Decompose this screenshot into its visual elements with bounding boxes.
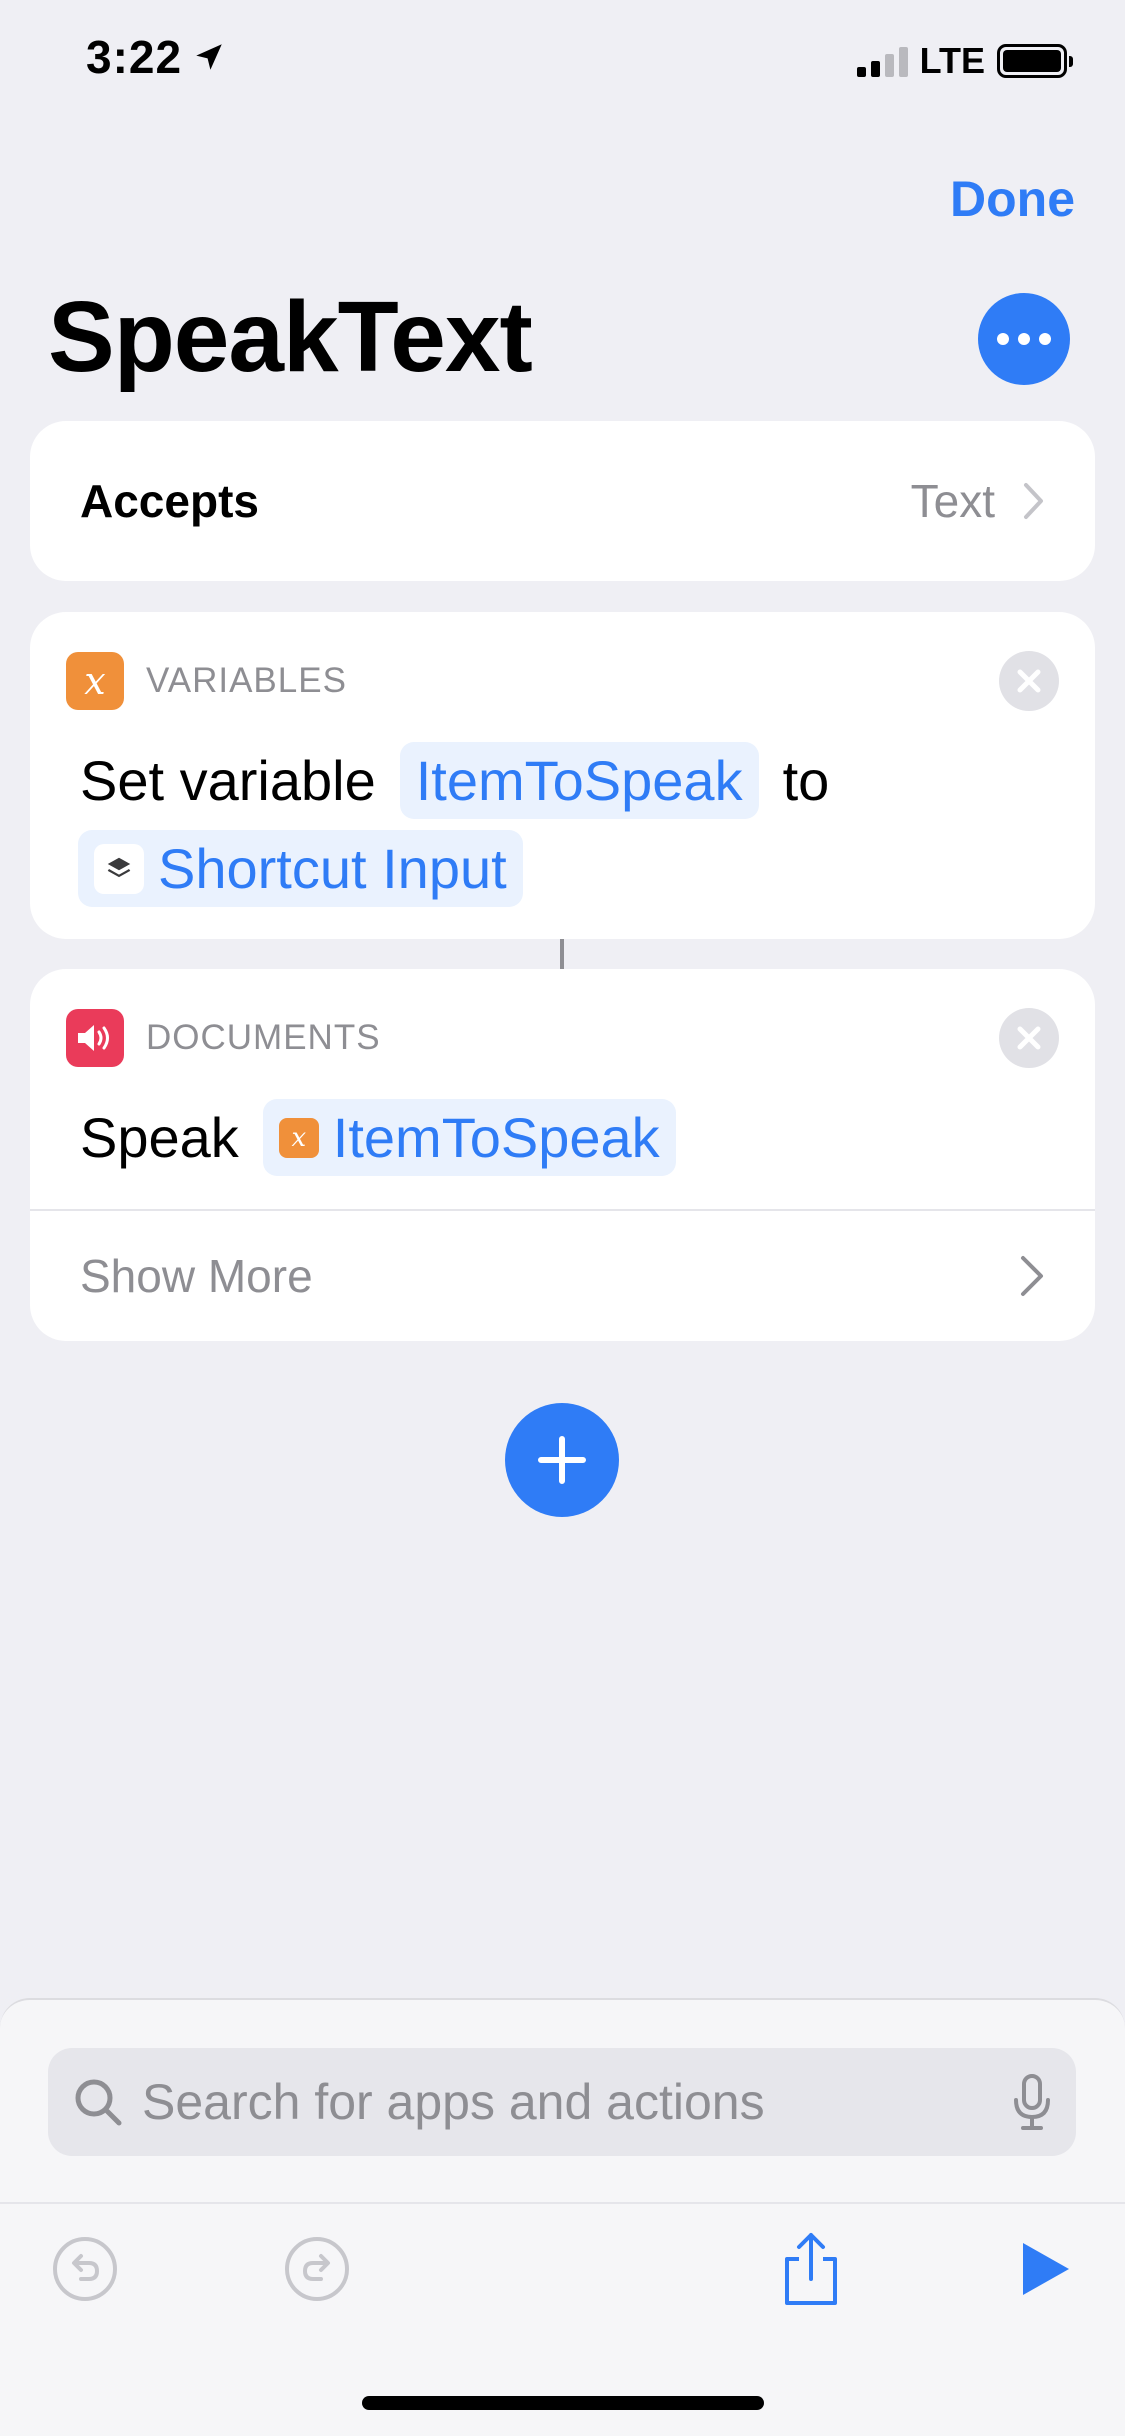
variable-icon: x [278,1117,319,1158]
accepts-value-text: Text [910,475,995,527]
show-more-label: Show More [80,1250,313,1302]
variable-token[interactable]: x ItemToSpeak [262,1099,676,1176]
remove-action-button[interactable] [999,651,1059,711]
action-sentence: Set variable ItemToSpeak to [80,742,829,819]
action-input-line: Shortcut Input [78,830,523,907]
shortcut-input-icon [94,843,144,894]
variable-token-label: ItemToSpeak [332,1106,660,1169]
status-bar-time: 3:22 [86,30,226,84]
action-verb: Set variable [80,749,376,812]
close-icon [1017,1026,1041,1050]
action-verb: Speak [80,1106,239,1169]
action-category: x VARIABLES [66,652,347,710]
remove-action-button[interactable] [999,1008,1059,1068]
redo-button[interactable] [282,2234,352,2304]
action-category: DOCUMENTS [66,1009,381,1067]
page-title: SpeakText [48,281,533,393]
shortcut-input-token[interactable]: Shortcut Input [78,830,523,907]
done-button[interactable]: Done [950,170,1075,228]
signal-icon [856,45,908,77]
shortcut-input-label: Shortcut Input [158,837,507,900]
close-icon [1017,669,1041,693]
search-bar[interactable] [48,2048,1076,2156]
accepts-label: Accepts [80,475,259,527]
battery-icon [997,44,1073,78]
search-input[interactable] [142,2073,994,2131]
status-bar-indicators: LTE [856,40,1073,82]
share-button[interactable] [776,2233,846,2305]
search-icon [75,2079,122,2126]
accepts-row[interactable]: Accepts Text [30,421,1095,581]
action-sentence: Speak x ItemToSpeak [80,1099,676,1176]
accepts-value: Text [911,474,1045,528]
connector-word: to [782,749,830,812]
location-arrow-icon [196,44,222,70]
undo-button[interactable] [50,2234,120,2304]
run-button[interactable] [1010,2234,1080,2304]
status-time-label: 3:22 [86,31,183,83]
home-indicator [362,2396,764,2410]
plus-icon [538,1436,586,1484]
action-connector [560,939,564,969]
editor-toolbar [0,2204,1125,2334]
action-search-panel [0,1998,1125,2436]
undo-icon [53,2237,117,2301]
share-icon [785,2233,837,2305]
category-label: VARIABLES [146,661,347,700]
add-action-button[interactable] [505,1403,619,1517]
speaker-icon [66,1009,124,1067]
microphone-icon[interactable] [1012,2073,1052,2131]
show-more-row[interactable]: Show More [80,1211,1045,1341]
more-options-button[interactable] [978,293,1070,385]
category-label: DOCUMENTS [146,1018,381,1057]
action-speak[interactable]: DOCUMENTS Speak x ItemToSpeak Show More [30,969,1095,1341]
chevron-right-icon [1024,483,1043,519]
variable-name-token[interactable]: ItemToSpeak [399,742,759,819]
more-icon [997,333,1009,345]
play-icon [1023,2243,1069,2295]
action-set-variable[interactable]: x VARIABLES Set variable ItemToSpeak to … [30,612,1095,939]
network-type: LTE [919,40,985,81]
redo-icon [285,2237,349,2301]
chevron-right-icon [1021,1256,1043,1296]
variable-icon: x [66,652,124,710]
